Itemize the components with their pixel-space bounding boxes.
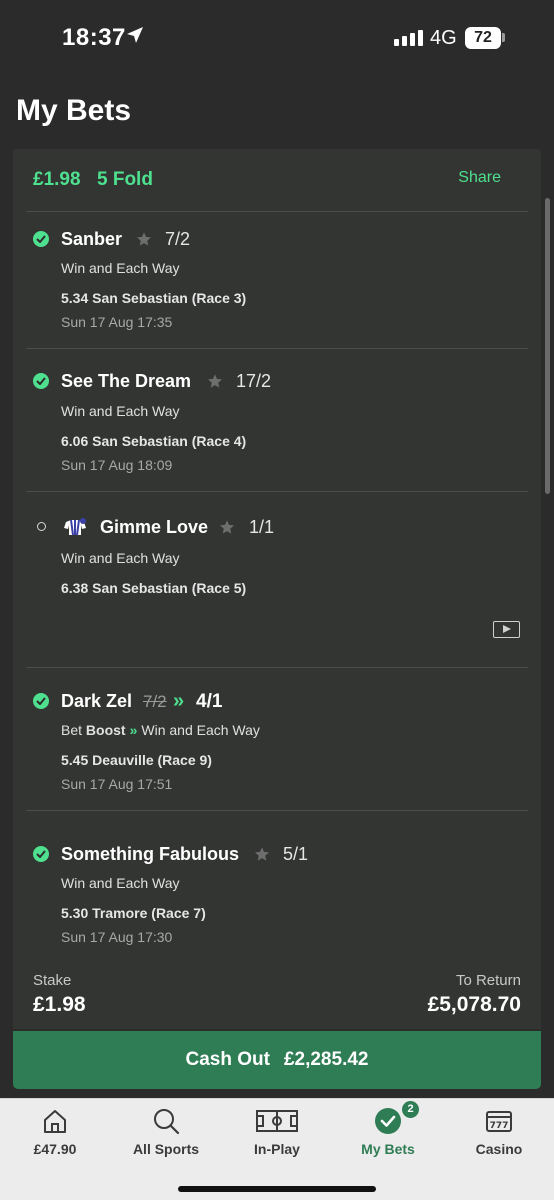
svg-text:777: 777 bbox=[490, 1121, 509, 1131]
return-label: To Return bbox=[455, 972, 521, 989]
divider bbox=[26, 211, 528, 212]
selection-name: Gimme Love bbox=[100, 517, 209, 537]
won-check-icon bbox=[33, 693, 49, 709]
market-name: Win and Each Way bbox=[61, 403, 180, 419]
selection-name: Something Fabulous bbox=[61, 844, 239, 864]
selection-name: See The Dream bbox=[61, 371, 192, 391]
bet-type: 5 Fold bbox=[97, 169, 153, 190]
slot-machine-icon: 777 bbox=[486, 1111, 512, 1132]
tab-all-sports[interactable]: All Sports bbox=[111, 1099, 221, 1169]
selection-odds: 7/2 bbox=[165, 229, 191, 249]
race-datetime: Sun 17 Aug 17:35 bbox=[61, 314, 173, 330]
cash-out-value: £2,285.42 bbox=[283, 1049, 369, 1070]
location-arrow-icon bbox=[127, 27, 143, 43]
battery-icon: 72 bbox=[465, 27, 501, 49]
selection-name: Dark Zel bbox=[61, 691, 133, 711]
tab-label-all-sports: All Sports bbox=[132, 1141, 200, 1157]
bet-card: £1.98 5 Fold Share Sanber 7/2 Win and Ea… bbox=[13, 149, 541, 1029]
home-icon bbox=[44, 1110, 66, 1133]
original-odds: 7/2 bbox=[143, 692, 167, 711]
tab-my-bets[interactable]: My Bets bbox=[333, 1099, 443, 1169]
won-check-icon bbox=[33, 231, 49, 247]
bet-stake-header: £1.98 bbox=[33, 169, 81, 190]
pitch-icon bbox=[256, 1110, 298, 1132]
race-datetime: Sun 17 Aug 17:51 bbox=[61, 776, 173, 792]
boosted-odds: 4/1 bbox=[196, 691, 223, 712]
race-name: 6.06 San Sebastian (Race 4) bbox=[61, 433, 247, 449]
stake-label: Stake bbox=[33, 972, 72, 989]
status-bar: 18:37 4G 72 bbox=[0, 0, 554, 76]
clock: 18:37 bbox=[62, 24, 126, 51]
signal-icon bbox=[394, 30, 423, 46]
star-icon[interactable] bbox=[136, 231, 152, 247]
tab-label-casino: Casino bbox=[475, 1141, 523, 1157]
selection-odds: 17/2 bbox=[236, 371, 272, 391]
won-check-icon bbox=[33, 846, 49, 862]
scrollbar[interactable] bbox=[545, 198, 550, 494]
watch-video-icon[interactable] bbox=[493, 621, 520, 638]
stake-value: £1.98 bbox=[33, 993, 86, 1016]
tab-label-in-play: In-Play bbox=[254, 1141, 300, 1157]
battery-cap bbox=[502, 33, 505, 42]
boost-small-arrows-icon: » bbox=[129, 722, 138, 738]
boost-market-line: Bet Boost» Win and Each Way bbox=[61, 722, 260, 738]
won-check-icon bbox=[33, 373, 49, 389]
boost-arrows-icon: » bbox=[173, 690, 184, 712]
tab-label-balance: £47.90 bbox=[33, 1141, 77, 1157]
tab-in-play[interactable]: In-Play bbox=[222, 1099, 332, 1169]
market-name: Win and Each Way bbox=[141, 722, 260, 738]
race-datetime: Sun 17 Aug 17:30 bbox=[61, 929, 173, 945]
boost-label: Boost bbox=[85, 722, 126, 738]
tab-label-my-bets: My Bets bbox=[361, 1141, 415, 1157]
home-indicator bbox=[178, 1186, 376, 1192]
star-icon[interactable] bbox=[207, 373, 223, 389]
return-value: £5,078.70 bbox=[427, 993, 521, 1016]
race-name: 5.30 Tramore (Race 7) bbox=[61, 905, 206, 921]
jockey-silks-icon bbox=[64, 518, 86, 536]
market-name: Win and Each Way bbox=[61, 260, 180, 276]
my-bets-badge: 2 bbox=[402, 1101, 419, 1118]
share-button[interactable]: Share bbox=[458, 169, 501, 187]
race-name: 6.38 San Sebastian (Race 5) bbox=[61, 580, 247, 596]
cash-out-label: Cash Out bbox=[185, 1049, 270, 1070]
divider bbox=[26, 491, 528, 492]
boost-prefix: Bet bbox=[61, 722, 83, 738]
search-icon bbox=[154, 1109, 180, 1135]
race-name: 5.34 San Sebastian (Race 3) bbox=[61, 290, 247, 306]
market-name: Win and Each Way bbox=[61, 875, 180, 891]
tab-bar: £47.90 All Sports In-Play My Bets 777 Ca… bbox=[0, 1098, 554, 1200]
tab-casino[interactable]: 777 Casino bbox=[444, 1099, 554, 1169]
star-icon[interactable] bbox=[219, 519, 235, 535]
network-type: 4G bbox=[430, 27, 457, 49]
divider bbox=[26, 667, 528, 668]
market-name: Win and Each Way bbox=[61, 550, 180, 566]
race-name: 5.45 Deauville (Race 9) bbox=[61, 752, 212, 768]
bet-card-header: £1.98 5 Fold Share bbox=[13, 149, 541, 211]
selection-name: Sanber bbox=[61, 229, 123, 249]
divider bbox=[26, 810, 528, 811]
cash-out-button[interactable]: Cash Out £2,285.42 bbox=[13, 1031, 541, 1089]
open-status-icon bbox=[37, 522, 46, 531]
selection-odds: 1/1 bbox=[249, 517, 275, 537]
divider bbox=[26, 348, 528, 349]
check-circle-icon bbox=[375, 1108, 401, 1134]
tab-home[interactable]: £47.90 bbox=[0, 1099, 110, 1169]
page-title: My Bets bbox=[16, 94, 132, 127]
race-datetime: Sun 17 Aug 18:09 bbox=[61, 457, 173, 473]
star-icon[interactable] bbox=[254, 846, 270, 862]
selection-odds: 5/1 bbox=[283, 844, 309, 864]
